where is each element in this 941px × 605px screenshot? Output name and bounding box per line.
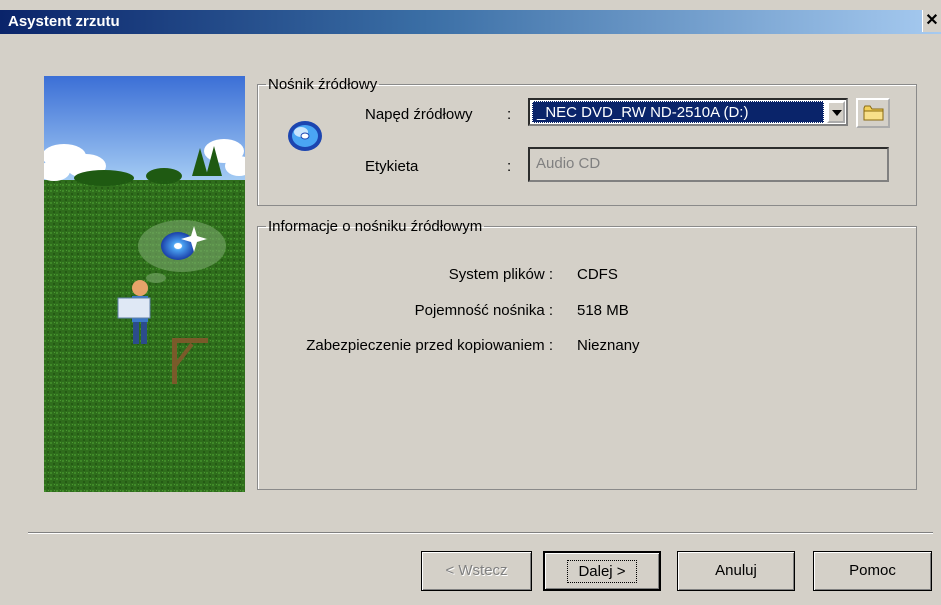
source-media-group: Nośnik źródłowy	[257, 76, 917, 206]
next-button[interactable]: Dalej >	[543, 551, 661, 591]
close-icon: ✕	[925, 12, 939, 29]
close-button[interactable]: ✕	[922, 10, 941, 32]
window-title: Asystent zrzutu	[8, 13, 120, 30]
source-drive-value: _NEC DVD_RW ND-2510A (D:)	[532, 101, 824, 123]
cancel-button[interactable]: Anuluj	[677, 551, 795, 591]
wizard-illustration	[44, 76, 245, 492]
folder-icon	[863, 104, 885, 126]
title-bar[interactable]: Asystent zrzutu ✕	[0, 10, 941, 34]
copy-protection-value: Nieznany	[577, 337, 640, 354]
capacity-value: 518 MB	[577, 302, 629, 319]
source-media-legend: Nośnik źródłowy	[268, 76, 378, 93]
capacity-label: Pojemność nośnika :	[414, 302, 553, 319]
filesystem-label: System plików :	[448, 266, 553, 283]
label-separator: :	[507, 158, 512, 175]
cd-icon	[285, 116, 325, 160]
label-field: Audio CD	[528, 147, 889, 182]
footer-divider	[28, 532, 933, 534]
source-drive-select[interactable]: _NEC DVD_RW ND-2510A (D:)	[528, 98, 848, 126]
chevron-down-icon[interactable]	[827, 101, 845, 123]
label-label: Etykieta	[365, 158, 419, 175]
next-button-label: Dalej >	[567, 560, 637, 583]
browse-button[interactable]	[856, 98, 890, 128]
filesystem-value: CDFS	[577, 266, 618, 283]
wizard-window: Asystent zrzutu ✕ Nośnik źródłowy Napęd …	[0, 0, 941, 605]
drive-separator: :	[507, 106, 512, 123]
back-button[interactable]: < Wstecz	[421, 551, 532, 591]
media-info-legend: Informacje o nośniku źródłowym	[268, 218, 483, 235]
media-info-group: Informacje o nośniku źródłowym	[257, 218, 917, 490]
copy-protection-label: Zabezpieczenie przed kopiowaniem :	[306, 337, 553, 354]
drive-label: Napęd źródłowy	[365, 106, 473, 123]
help-button[interactable]: Pomoc	[813, 551, 932, 591]
